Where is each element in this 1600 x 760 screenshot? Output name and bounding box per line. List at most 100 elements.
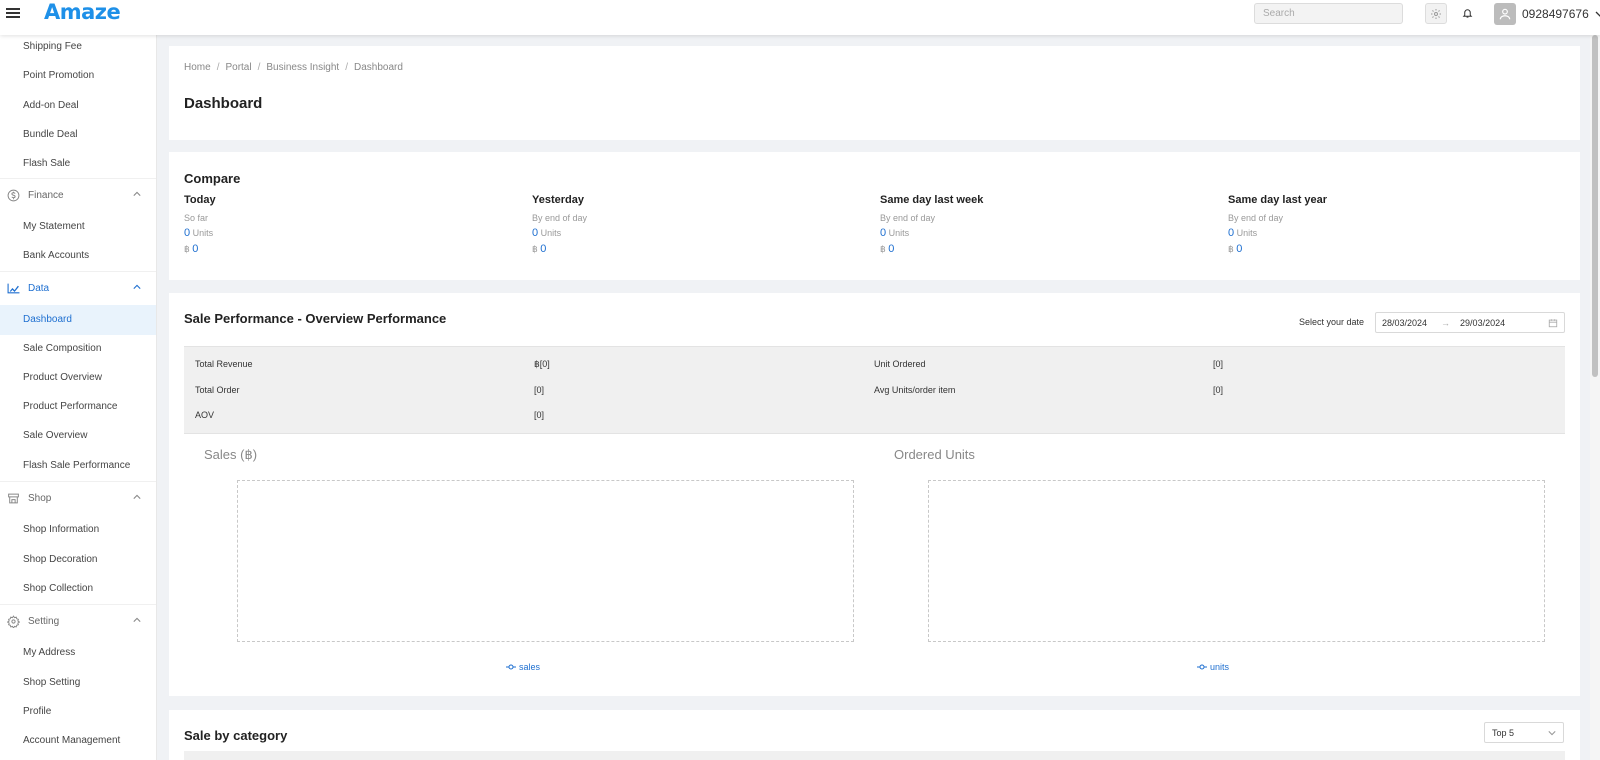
amount-value: 0 [540,243,547,255]
units-label: Units [888,228,910,238]
gear-icon [7,614,20,628]
metric-value: [0] [1213,385,1224,395]
compare-sub: So far [184,213,209,223]
legend-label: units [1210,662,1230,672]
bell-icon [1462,9,1472,18]
breadcrumb-business-insight[interactable]: Business Insight [266,62,339,73]
units-line: 0 Units [532,227,862,239]
sidebar-item-shop-setting[interactable]: Shop Setting [0,668,156,698]
logo[interactable]: Amaze [44,0,121,24]
sidebar-item-shipping-fee[interactable]: Shipping Fee [0,35,156,62]
user-menu[interactable]: 0928497676 [1494,2,1600,26]
sale-by-category-panel: Sale by category Top 5 [169,710,1580,760]
units-legend[interactable]: units [1197,662,1229,672]
date-to[interactable]: 29/03/2024 [1460,318,1505,328]
sidebar-group-label: Shop [28,492,52,504]
sidebar-item-my-statement[interactable]: My Statement [0,212,156,242]
breadcrumb-dashboard: Dashboard [353,62,403,73]
sales-legend[interactable]: sales [506,662,540,672]
sidebar-item-profile[interactable]: Profile [0,697,156,727]
sidebar-item-product-overview[interactable]: Product Overview [0,363,156,393]
breadcrumb: Home / Portal / Business Insight / Dashb… [184,62,403,73]
units-value: 0 [184,227,191,239]
chevron-up-icon [133,284,141,289]
sidebar-item-flash-sale[interactable]: Flash Sale [0,149,156,179]
user-icon [1499,8,1511,20]
sidebar-group-finance[interactable]: Finance [0,179,156,211]
sidebar-item-shop-information[interactable]: Shop Information [0,515,156,545]
sidebar-item-add-on-deal[interactable]: Add-on Deal [0,91,156,121]
sidebar-item-flash-sale-performance[interactable]: Flash Sale Performance [0,451,156,481]
chevron-up-icon [133,494,141,499]
amount-value: 0 [1236,243,1243,255]
amount-line: ฿ 0 [880,243,1210,255]
units-label: Units [1236,228,1258,238]
chevron-up-icon [133,617,141,622]
search-input[interactable] [1254,3,1403,24]
page-header: Home / Portal / Business Insight / Dashb… [169,46,1580,140]
amount-line: ฿ 0 [184,243,514,255]
date-label: Select your date [1299,317,1365,327]
sidebar-item-account-management[interactable]: Account Management [0,726,156,756]
sidebar-item-dashboard[interactable]: Dashboard [0,305,156,335]
sidebar-item-sale-overview[interactable]: Sale Overview [0,421,156,451]
compare-last-year: Same day last year By end of day 0 Units… [1228,194,1558,255]
units-value: 0 [1228,227,1235,239]
arrow-right-icon: → [1441,317,1451,328]
legend-line-icon [1197,664,1207,670]
sidebar-item-point-promotion[interactable]: Point Promotion [0,61,156,91]
units-chart-title: Ordered Units [894,447,975,462]
top-n-select[interactable]: Top 5 [1484,722,1564,743]
date-from[interactable]: 28/03/2024 [1382,318,1427,328]
chart-icon [7,282,20,295]
sidebar-group-setting[interactable]: Setting [0,605,156,637]
compare-sub: By end of day [1228,213,1284,223]
metric-label: Total Order [195,385,240,395]
metric-value: ฿[0] [534,359,550,369]
compare-head: Same day last year [1228,194,1328,206]
compare-head: Today [184,194,216,206]
sidebar-group-label: Setting [28,615,60,627]
metric-label: Total Revenue [195,359,253,369]
chevron-down-icon [1548,730,1556,735]
amount-value: 0 [192,243,199,255]
breadcrumb-home[interactable]: Home [184,62,211,73]
notification-button[interactable] [1460,5,1474,21]
select-value: Top 5 [1492,727,1515,738]
compare-last-week: Same day last week By end of day 0 Units… [880,194,1210,255]
sale-by-category-title: Sale by category [184,728,288,743]
dollar-icon [7,189,20,202]
chevron-up-icon [133,191,141,196]
scrollbar-thumb[interactable] [1592,35,1598,377]
sidebar-group-data[interactable]: Data [0,272,156,304]
amount-line: ฿ 0 [532,243,862,255]
calendar-icon [1548,318,1558,327]
sidebar-group-label: Finance [28,189,64,201]
units-line: 0 Units [184,227,514,239]
metric-label: Unit Ordered [874,359,926,369]
sidebar-item-product-performance[interactable]: Product Performance [0,392,156,422]
amount-value: 0 [888,243,895,255]
sidebar-item-shop-decoration[interactable]: Shop Decoration [0,545,156,575]
settings-button[interactable] [1425,3,1447,24]
sidebar-item-bundle-deal[interactable]: Bundle Deal [0,120,156,150]
units-value: 0 [532,227,539,239]
page-scrollbar[interactable] [1590,35,1600,760]
breadcrumb-portal[interactable]: Portal [225,62,251,73]
sidebar-item-shop-collection[interactable]: Shop Collection [0,574,156,604]
units-line: 0 Units [1228,227,1558,239]
top-bar: Amaze 0928497676 [0,0,1600,35]
menu-toggle-icon[interactable] [6,6,20,20]
currency-symbol: ฿ [532,244,538,254]
sidebar-group-shop[interactable]: Shop [0,482,156,514]
metric-value: [0] [534,410,545,420]
sidebar-item-bank-accounts[interactable]: Bank Accounts [0,241,156,271]
page-title: Dashboard [184,95,263,112]
metric-label: Avg Units/order item [874,385,956,395]
sidebar-item-my-address[interactable]: My Address [0,638,156,668]
compare-sub: By end of day [880,213,936,223]
date-range-picker[interactable]: 28/03/2024 → 29/03/2024 [1375,312,1565,333]
sidebar-item-sale-composition[interactable]: Sale Composition [0,334,156,364]
username: 0928497676 [1522,7,1589,21]
units-chart-area [928,480,1545,642]
